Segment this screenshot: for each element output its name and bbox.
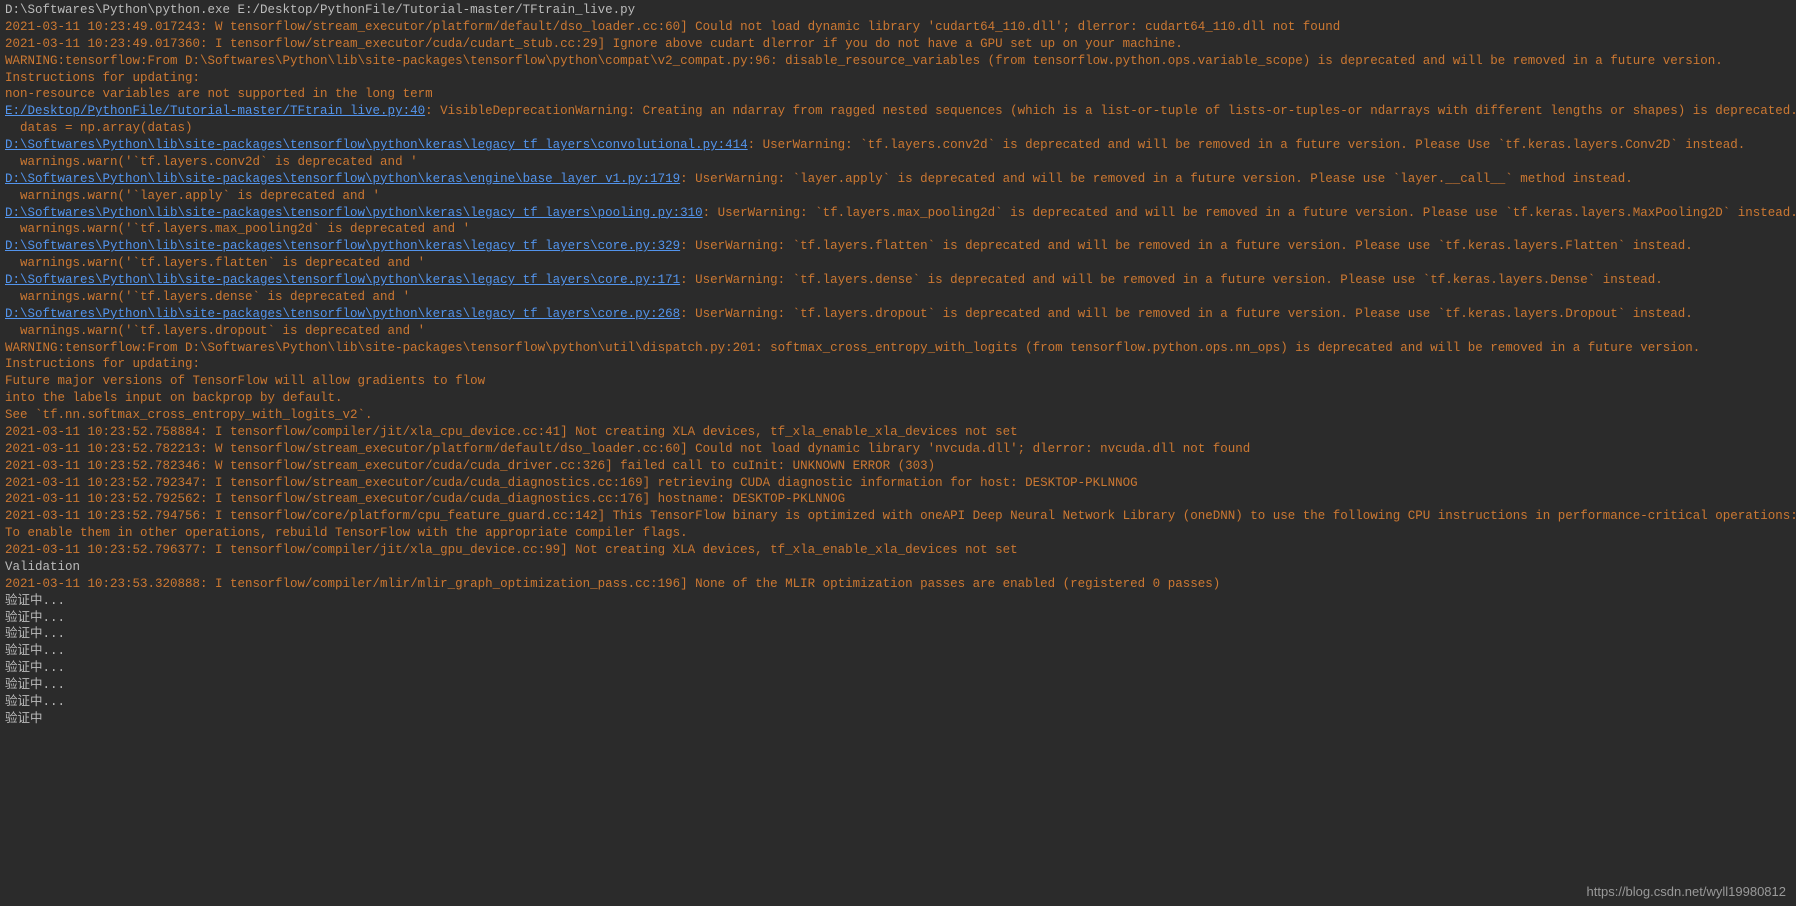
console-line: D:\Softwares\Python\lib\site-packages\te… <box>5 137 1791 154</box>
console-line: 2021-03-11 10:23:52.782213: W tensorflow… <box>5 441 1791 458</box>
file-link[interactable]: D:\Softwares\Python\lib\site-packages\te… <box>5 138 748 152</box>
console-line: 验证中... <box>5 626 1791 643</box>
console-line: 2021-03-11 10:23:49.017243: W tensorflow… <box>5 19 1791 36</box>
console-line: 验证中... <box>5 610 1791 627</box>
file-link[interactable]: D:\Softwares\Python\lib\site-packages\te… <box>5 307 680 321</box>
console-line: non-resource variables are not supported… <box>5 86 1791 103</box>
console-line: 2021-03-11 10:23:52.796377: I tensorflow… <box>5 542 1791 559</box>
file-link[interactable]: D:\Softwares\Python\lib\site-packages\te… <box>5 206 703 220</box>
console-line: warnings.warn('`tf.layers.dropout` is de… <box>5 323 1791 340</box>
console-line: 验证中... <box>5 677 1791 694</box>
file-link[interactable]: D:\Softwares\Python\lib\site-packages\te… <box>5 239 680 253</box>
console-line: D:\Softwares\Python\lib\site-packages\te… <box>5 238 1791 255</box>
console-line: Instructions for updating: <box>5 356 1791 373</box>
console-line: 2021-03-11 10:23:49.017360: I tensorflow… <box>5 36 1791 53</box>
console-line: warnings.warn('`tf.layers.flatten` is de… <box>5 255 1791 272</box>
console-line: D:\Softwares\Python\lib\site-packages\te… <box>5 205 1791 222</box>
file-link[interactable]: D:\Softwares\Python\lib\site-packages\te… <box>5 172 680 186</box>
watermark-text: https://blog.csdn.net/wyll19980812 <box>1587 883 1786 901</box>
console-line: D:\Softwares\Python\python.exe E:/Deskto… <box>5 2 1791 19</box>
file-link[interactable]: D:\Softwares\Python\lib\site-packages\te… <box>5 273 680 287</box>
console-line: To enable them in other operations, rebu… <box>5 525 1791 542</box>
console-output[interactable]: D:\Softwares\Python\python.exe E:/Deskto… <box>5 2 1791 728</box>
console-line: 2021-03-11 10:23:52.782346: W tensorflow… <box>5 458 1791 475</box>
console-line: 2021-03-11 10:23:53.320888: I tensorflow… <box>5 576 1791 593</box>
console-line: D:\Softwares\Python\lib\site-packages\te… <box>5 272 1791 289</box>
console-line: 验证中... <box>5 694 1791 711</box>
console-line: 验证中... <box>5 643 1791 660</box>
console-line: warnings.warn('`tf.layers.max_pooling2d`… <box>5 221 1791 238</box>
console-line: 2021-03-11 10:23:52.758884: I tensorflow… <box>5 424 1791 441</box>
console-line: 验证中... <box>5 660 1791 677</box>
console-line: 2021-03-11 10:23:52.792562: I tensorflow… <box>5 491 1791 508</box>
console-line: 2021-03-11 10:23:52.794756: I tensorflow… <box>5 508 1791 525</box>
console-line: warnings.warn('`layer.apply` is deprecat… <box>5 188 1791 205</box>
console-line: datas = np.array(datas) <box>5 120 1791 137</box>
console-line: 验证中 <box>5 711 1791 728</box>
console-line: WARNING:tensorflow:From D:\Softwares\Pyt… <box>5 53 1791 70</box>
console-line: E:/Desktop/PythonFile/Tutorial-master/TF… <box>5 103 1791 120</box>
console-line: warnings.warn('`tf.layers.conv2d` is dep… <box>5 154 1791 171</box>
console-line: Instructions for updating: <box>5 70 1791 87</box>
console-line: See `tf.nn.softmax_cross_entropy_with_lo… <box>5 407 1791 424</box>
file-link[interactable]: E:/Desktop/PythonFile/Tutorial-master/TF… <box>5 104 425 118</box>
console-line: 2021-03-11 10:23:52.792347: I tensorflow… <box>5 475 1791 492</box>
console-line: Validation <box>5 559 1791 576</box>
console-line: 验证中... <box>5 593 1791 610</box>
console-line: WARNING:tensorflow:From D:\Softwares\Pyt… <box>5 340 1791 357</box>
console-line: D:\Softwares\Python\lib\site-packages\te… <box>5 171 1791 188</box>
console-line: warnings.warn('`tf.layers.dense` is depr… <box>5 289 1791 306</box>
console-line: Future major versions of TensorFlow will… <box>5 373 1791 390</box>
console-line: D:\Softwares\Python\lib\site-packages\te… <box>5 306 1791 323</box>
console-line: into the labels input on backprop by def… <box>5 390 1791 407</box>
